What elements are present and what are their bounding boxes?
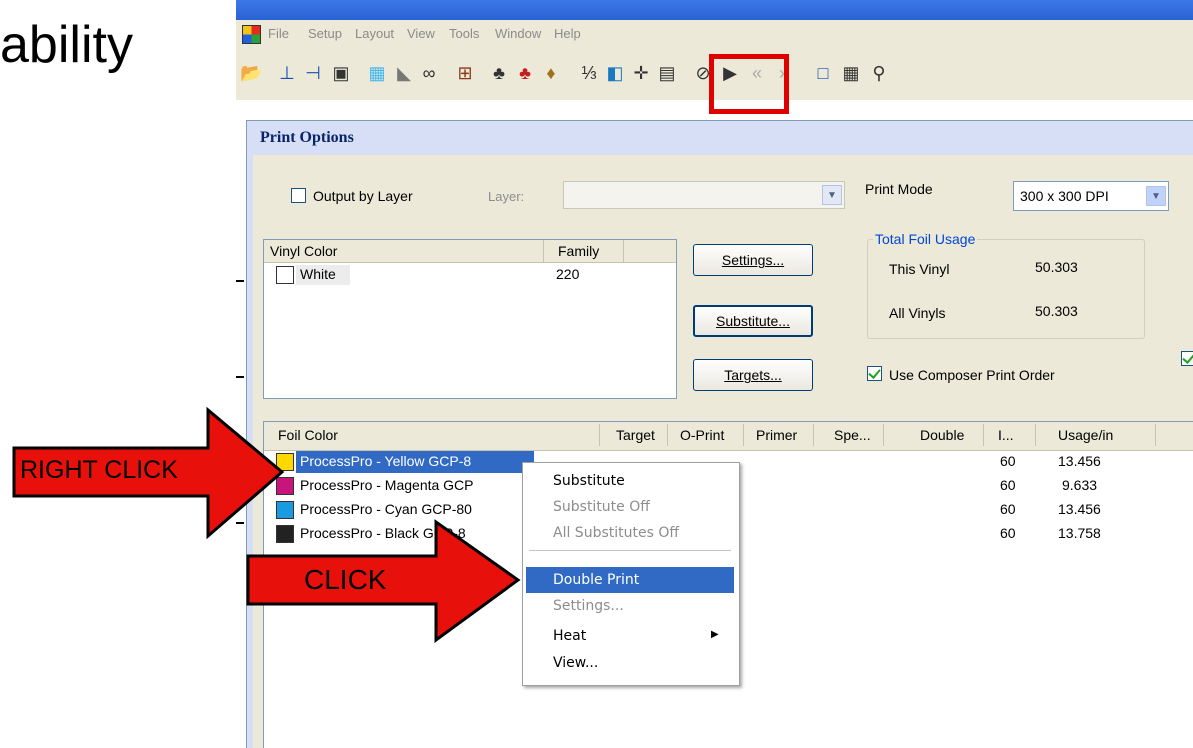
grid-icon[interactable]: ▦ xyxy=(366,62,388,84)
foil-usage-value: 9.633 xyxy=(1062,477,1098,493)
total-foil-usage-title: Total Foil Usage xyxy=(873,231,978,247)
col-o-print[interactable]: O-Print xyxy=(668,424,744,446)
output-by-layer-checkbox[interactable] xyxy=(291,188,306,203)
foil-i-value: 60 xyxy=(1000,525,1016,541)
chevron-down-icon[interactable]: ▼ xyxy=(1146,186,1166,206)
color-swatch xyxy=(276,266,294,284)
foil-color-name: ProcessPro - Yellow GCP-8 xyxy=(300,453,472,469)
menu-item-substitute-off[interactable]: Substitute Off xyxy=(526,494,734,520)
right-click-label: RIGHT CLICK xyxy=(20,456,178,484)
layer-select[interactable]: ▼ xyxy=(563,181,845,209)
fill-icon[interactable]: ◣ xyxy=(393,62,415,84)
slide-title: ability xyxy=(0,16,133,74)
menu-item-settings[interactable]: Settings... xyxy=(526,593,734,619)
context-menu: Substitute Substitute Off All Substitute… xyxy=(522,462,740,686)
app-logo-icon xyxy=(242,25,261,44)
table-icon[interactable]: ▦ xyxy=(840,62,862,84)
col-double[interactable]: Double xyxy=(884,424,984,446)
print-mode-select[interactable]: 300 x 300 DPI ▼ xyxy=(1013,181,1169,211)
menu-item-view[interactable]: View... xyxy=(526,650,734,676)
this-vinyl-label: This Vinyl xyxy=(889,261,950,277)
col-foil-color[interactable]: Foil Color xyxy=(264,424,600,446)
foil-usage-value: 13.758 xyxy=(1058,525,1101,541)
person-b-icon[interactable]: ♣ xyxy=(514,62,536,84)
zoom-icon[interactable]: ⚲ xyxy=(868,62,890,84)
this-vinyl-value: 50.303 xyxy=(1035,259,1078,275)
layer-label: Layer: xyxy=(488,189,525,204)
align-h-icon[interactable]: ⊣ xyxy=(302,62,324,84)
col-vinyl-color[interactable]: Vinyl Color xyxy=(264,240,544,262)
settings-button-label: Settings... xyxy=(721,252,785,268)
foil-usage-value: 13.456 xyxy=(1058,501,1101,517)
col-target[interactable]: Target xyxy=(600,424,668,446)
align-e-icon[interactable]: ▣ xyxy=(330,62,352,84)
link-icon[interactable]: ∞ xyxy=(418,62,440,84)
settings-button[interactable]: Settings... xyxy=(693,244,813,276)
col-primer[interactable]: Primer xyxy=(744,424,814,446)
menu-setup[interactable]: Setup xyxy=(308,26,342,41)
menu-item-all-substitutes-off[interactable]: All Substitutes Off xyxy=(526,520,734,546)
menu-window[interactable]: Window xyxy=(495,26,541,41)
person-a-icon[interactable]: ♣ xyxy=(488,62,510,84)
targets-button-label: Targets... xyxy=(724,367,782,383)
ruler-tick xyxy=(236,280,244,282)
menu-tools[interactable]: Tools xyxy=(449,26,479,41)
vinyl-color-list[interactable]: Vinyl Color Family White 220 xyxy=(263,239,677,399)
menu-layout[interactable]: Layout xyxy=(355,26,394,41)
print-mode-value: 300 x 300 DPI xyxy=(1020,188,1109,204)
vinyl-list-header: Vinyl Color Family xyxy=(264,240,676,263)
substitute-button-label: Substitute... xyxy=(716,313,790,329)
vinyl-family: 220 xyxy=(556,266,580,282)
select-rect-icon[interactable]: □ xyxy=(812,62,834,84)
foil-color-name: ProcessPro - Magenta GCP xyxy=(300,477,474,493)
output-by-layer-label: Output by Layer xyxy=(313,188,413,204)
align-left-icon[interactable]: ⊥ xyxy=(276,62,298,84)
foil-i-value: 60 xyxy=(1000,453,1016,469)
substitute-button[interactable]: Substitute... xyxy=(693,305,813,337)
menu-view[interactable]: View xyxy=(407,26,435,41)
total-foil-usage-group xyxy=(867,239,1145,339)
pin-icon[interactable]: ⊞ xyxy=(454,62,476,84)
menu-item-heat[interactable]: Heat xyxy=(526,623,734,649)
use-composer-print-order-checkbox[interactable] xyxy=(867,366,882,381)
export-icon[interactable]: ◧ xyxy=(604,62,626,84)
foil-color-name: ProcessPro - Cyan GCP-80 xyxy=(300,501,472,517)
targets-button[interactable]: Targets... xyxy=(693,359,813,391)
foil-list-header: Foil Color Target O-Print Primer Spe... … xyxy=(264,422,1193,451)
col-usage[interactable]: Usage/in xyxy=(1036,424,1156,446)
all-vinyls-label: All Vinyls xyxy=(889,305,946,321)
dialog-title: Print Options xyxy=(260,129,354,146)
vinyl-color-name: White xyxy=(300,266,336,282)
use-composer-print-order-label: Use Composer Print Order xyxy=(889,367,1055,383)
numbering-icon[interactable]: ⅓ xyxy=(578,62,600,84)
menu-help[interactable]: Help xyxy=(554,26,581,41)
print-mode-label: Print Mode xyxy=(865,181,933,197)
menu-separator xyxy=(529,550,731,551)
person-c-icon[interactable]: ♦ xyxy=(540,62,562,84)
foil-i-value: 60 xyxy=(1000,501,1016,517)
menu-bar: File Setup Layout View Tools Window Help xyxy=(236,20,1193,48)
table-row[interactable]: White 220 xyxy=(264,264,676,288)
move-icon[interactable]: ✛ xyxy=(630,62,652,84)
frame-icon[interactable]: ▤ xyxy=(656,62,678,84)
foil-usage-value: 13.456 xyxy=(1058,453,1101,469)
submenu-arrow-icon: ▶ xyxy=(711,629,719,640)
open-folder-icon[interactable]: 📂 xyxy=(240,62,262,84)
ruler-tick xyxy=(236,376,244,378)
click-label: CLICK xyxy=(304,564,387,595)
extra-checkbox[interactable] xyxy=(1181,351,1193,366)
dialog-titlebar: Print Options xyxy=(247,121,1193,155)
menu-file[interactable]: File xyxy=(268,26,289,41)
menu-item-double-print[interactable]: Double Print xyxy=(526,567,734,593)
foil-i-value: 60 xyxy=(1000,477,1016,493)
col-family[interactable]: Family xyxy=(544,240,624,262)
all-vinyls-value: 50.303 xyxy=(1035,303,1078,319)
chevron-down-icon[interactable]: ▼ xyxy=(822,185,842,205)
col-i[interactable]: I... xyxy=(984,424,1036,446)
menu-item-substitute[interactable]: Substitute xyxy=(526,468,734,494)
col-spe[interactable]: Spe... xyxy=(814,424,884,446)
toolbar-highlight-box xyxy=(709,54,789,114)
window-titlebar xyxy=(236,0,1193,20)
